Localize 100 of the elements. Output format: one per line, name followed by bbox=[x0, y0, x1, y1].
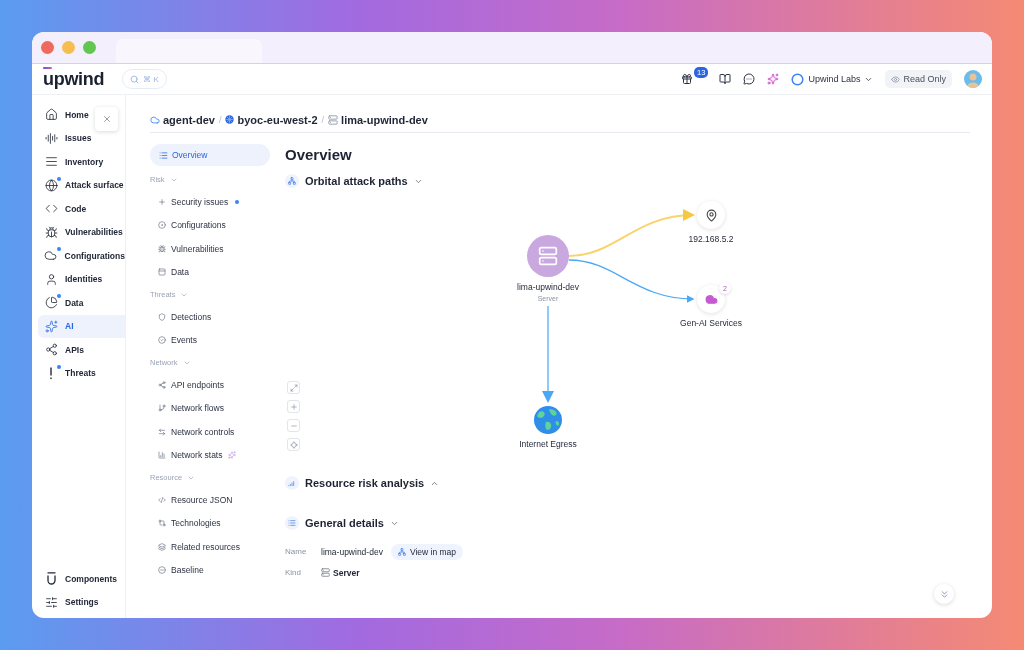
ring-icon bbox=[791, 72, 805, 86]
map-pin-icon bbox=[704, 208, 718, 222]
subnav-item[interactable]: Network stats bbox=[150, 443, 270, 467]
globe-icon bbox=[534, 406, 562, 434]
field-label: Kind bbox=[285, 568, 302, 577]
book-button[interactable] bbox=[719, 73, 732, 85]
subnav-item[interactable]: Network controls bbox=[150, 420, 270, 444]
sidebar-item[interactable]: Components bbox=[38, 567, 125, 591]
plus-icon bbox=[158, 197, 166, 206]
sidebar-item[interactable]: APIs bbox=[38, 338, 125, 362]
fit-view-button[interactable] bbox=[287, 381, 300, 394]
locate-icon bbox=[289, 440, 298, 449]
breadcrumb-link[interactable]: lima-upwind-dev bbox=[328, 113, 428, 126]
sidebar-item[interactable]: Inventory bbox=[38, 150, 125, 174]
arrows-icon bbox=[158, 427, 166, 436]
sparkles-icon bbox=[44, 319, 58, 333]
check-circle-icon bbox=[158, 336, 166, 345]
sidebar-item[interactable]: AI bbox=[38, 314, 125, 338]
locate-button[interactable] bbox=[287, 438, 300, 451]
subnav-item[interactable]: Detections bbox=[150, 305, 270, 329]
u-bar-icon bbox=[45, 572, 57, 586]
location-node[interactable] bbox=[697, 201, 725, 229]
sidebar-item[interactable]: Data bbox=[38, 291, 125, 315]
breadcrumb-separator: / bbox=[321, 114, 325, 125]
sparkles-icon bbox=[227, 451, 236, 460]
user-icon bbox=[44, 272, 58, 286]
cloud-icon bbox=[704, 292, 718, 306]
sidebar-item[interactable]: Configurations bbox=[38, 244, 125, 268]
subnav-item[interactable]: Security issues bbox=[150, 190, 270, 214]
server-icon bbox=[321, 568, 330, 577]
breadcrumb-separator: / bbox=[218, 114, 222, 125]
subnav-item[interactable]: Network flows bbox=[150, 396, 270, 420]
sidebar-item[interactable]: Threats bbox=[38, 361, 125, 385]
circle-dot-icon bbox=[158, 221, 166, 230]
subnav-item[interactable]: Overview bbox=[150, 144, 270, 166]
plus-icon bbox=[289, 402, 298, 411]
sparkles-icon bbox=[767, 73, 780, 85]
section-title: Orbital attack paths bbox=[305, 175, 408, 187]
cloud-icon bbox=[150, 114, 160, 125]
list-icon bbox=[44, 155, 58, 169]
pie-chart-icon bbox=[44, 296, 58, 310]
subnav-item[interactable]: Technologies bbox=[150, 511, 270, 535]
close-button[interactable] bbox=[95, 107, 118, 131]
gift-button[interactable] bbox=[681, 73, 694, 85]
subnav-item[interactable]: Baseline bbox=[150, 558, 270, 582]
page-title: Overview bbox=[285, 146, 353, 163]
close-window-button[interactable] bbox=[41, 41, 54, 54]
server-icon bbox=[538, 246, 558, 266]
share-icon bbox=[44, 343, 58, 357]
server-node[interactable] bbox=[527, 235, 569, 277]
sidebar-item[interactable]: Attack surface bbox=[38, 173, 125, 197]
logo[interactable]: upwind bbox=[43, 70, 105, 88]
sidebar-item[interactable]: Issues bbox=[38, 126, 125, 150]
section-title: Resource risk analysis bbox=[305, 477, 425, 489]
sliders-icon bbox=[44, 595, 58, 609]
globe-node[interactable] bbox=[534, 406, 562, 434]
field-value: lima-upwind-dev bbox=[321, 546, 383, 557]
node-label: Internet Egress bbox=[519, 439, 577, 449]
search-icon bbox=[130, 74, 140, 84]
view-in-map-button[interactable]: View in map bbox=[390, 543, 464, 560]
minus-circle-icon bbox=[158, 566, 166, 575]
chat-icon bbox=[743, 73, 756, 85]
breadcrumb-link[interactable]: byoc-eu-west-2 bbox=[225, 113, 318, 126]
maximize-window-button[interactable] bbox=[83, 41, 96, 54]
subnav-item[interactable]: Data bbox=[150, 260, 270, 284]
subnav-item[interactable]: Related resources bbox=[150, 535, 270, 559]
subnav-item[interactable]: API endpoints bbox=[150, 373, 270, 397]
zoom-out-button[interactable] bbox=[287, 419, 300, 432]
chat-button[interactable] bbox=[743, 73, 756, 85]
subnav-item[interactable]: Vulnerabilities bbox=[150, 237, 270, 261]
eye-icon bbox=[891, 74, 901, 84]
avatar[interactable] bbox=[964, 70, 982, 88]
branch-icon bbox=[158, 404, 166, 413]
zoom-in-button[interactable] bbox=[287, 400, 300, 413]
subnav-item[interactable]: Resource JSON bbox=[150, 488, 270, 512]
sidebar-item[interactable]: Identities bbox=[38, 267, 125, 291]
subnav-item[interactable]: Events bbox=[150, 328, 270, 352]
node-label: lima-upwind-dev bbox=[517, 282, 579, 292]
subnav-item[interactable]: Configurations bbox=[150, 213, 270, 237]
sidebar-item[interactable]: Settings bbox=[38, 590, 125, 614]
code-icon bbox=[158, 495, 166, 504]
service-node[interactable] bbox=[697, 285, 725, 313]
node-label: Gen-AI Services bbox=[680, 318, 742, 328]
scroll-down-button[interactable] bbox=[934, 584, 954, 604]
sidebar-item[interactable]: Vulnerabilities bbox=[38, 220, 125, 244]
book-icon bbox=[719, 73, 732, 85]
minimize-window-button[interactable] bbox=[62, 41, 75, 54]
close-icon bbox=[101, 114, 112, 124]
field-value: Server bbox=[333, 567, 360, 578]
sparkles-button[interactable] bbox=[767, 73, 780, 85]
audio-lines-icon bbox=[44, 131, 58, 145]
sidebar-item[interactable]: Home bbox=[38, 103, 125, 127]
globe-icon bbox=[44, 178, 58, 192]
organization-switcher[interactable]: Upwind Labs bbox=[791, 72, 874, 86]
bug-icon bbox=[158, 244, 166, 253]
sidebar-item[interactable]: Code bbox=[38, 197, 125, 221]
field-label: Name bbox=[285, 547, 308, 556]
breadcrumb-link[interactable]: agent-dev bbox=[150, 113, 215, 126]
home-icon bbox=[44, 108, 58, 122]
expand-icon bbox=[289, 383, 298, 392]
